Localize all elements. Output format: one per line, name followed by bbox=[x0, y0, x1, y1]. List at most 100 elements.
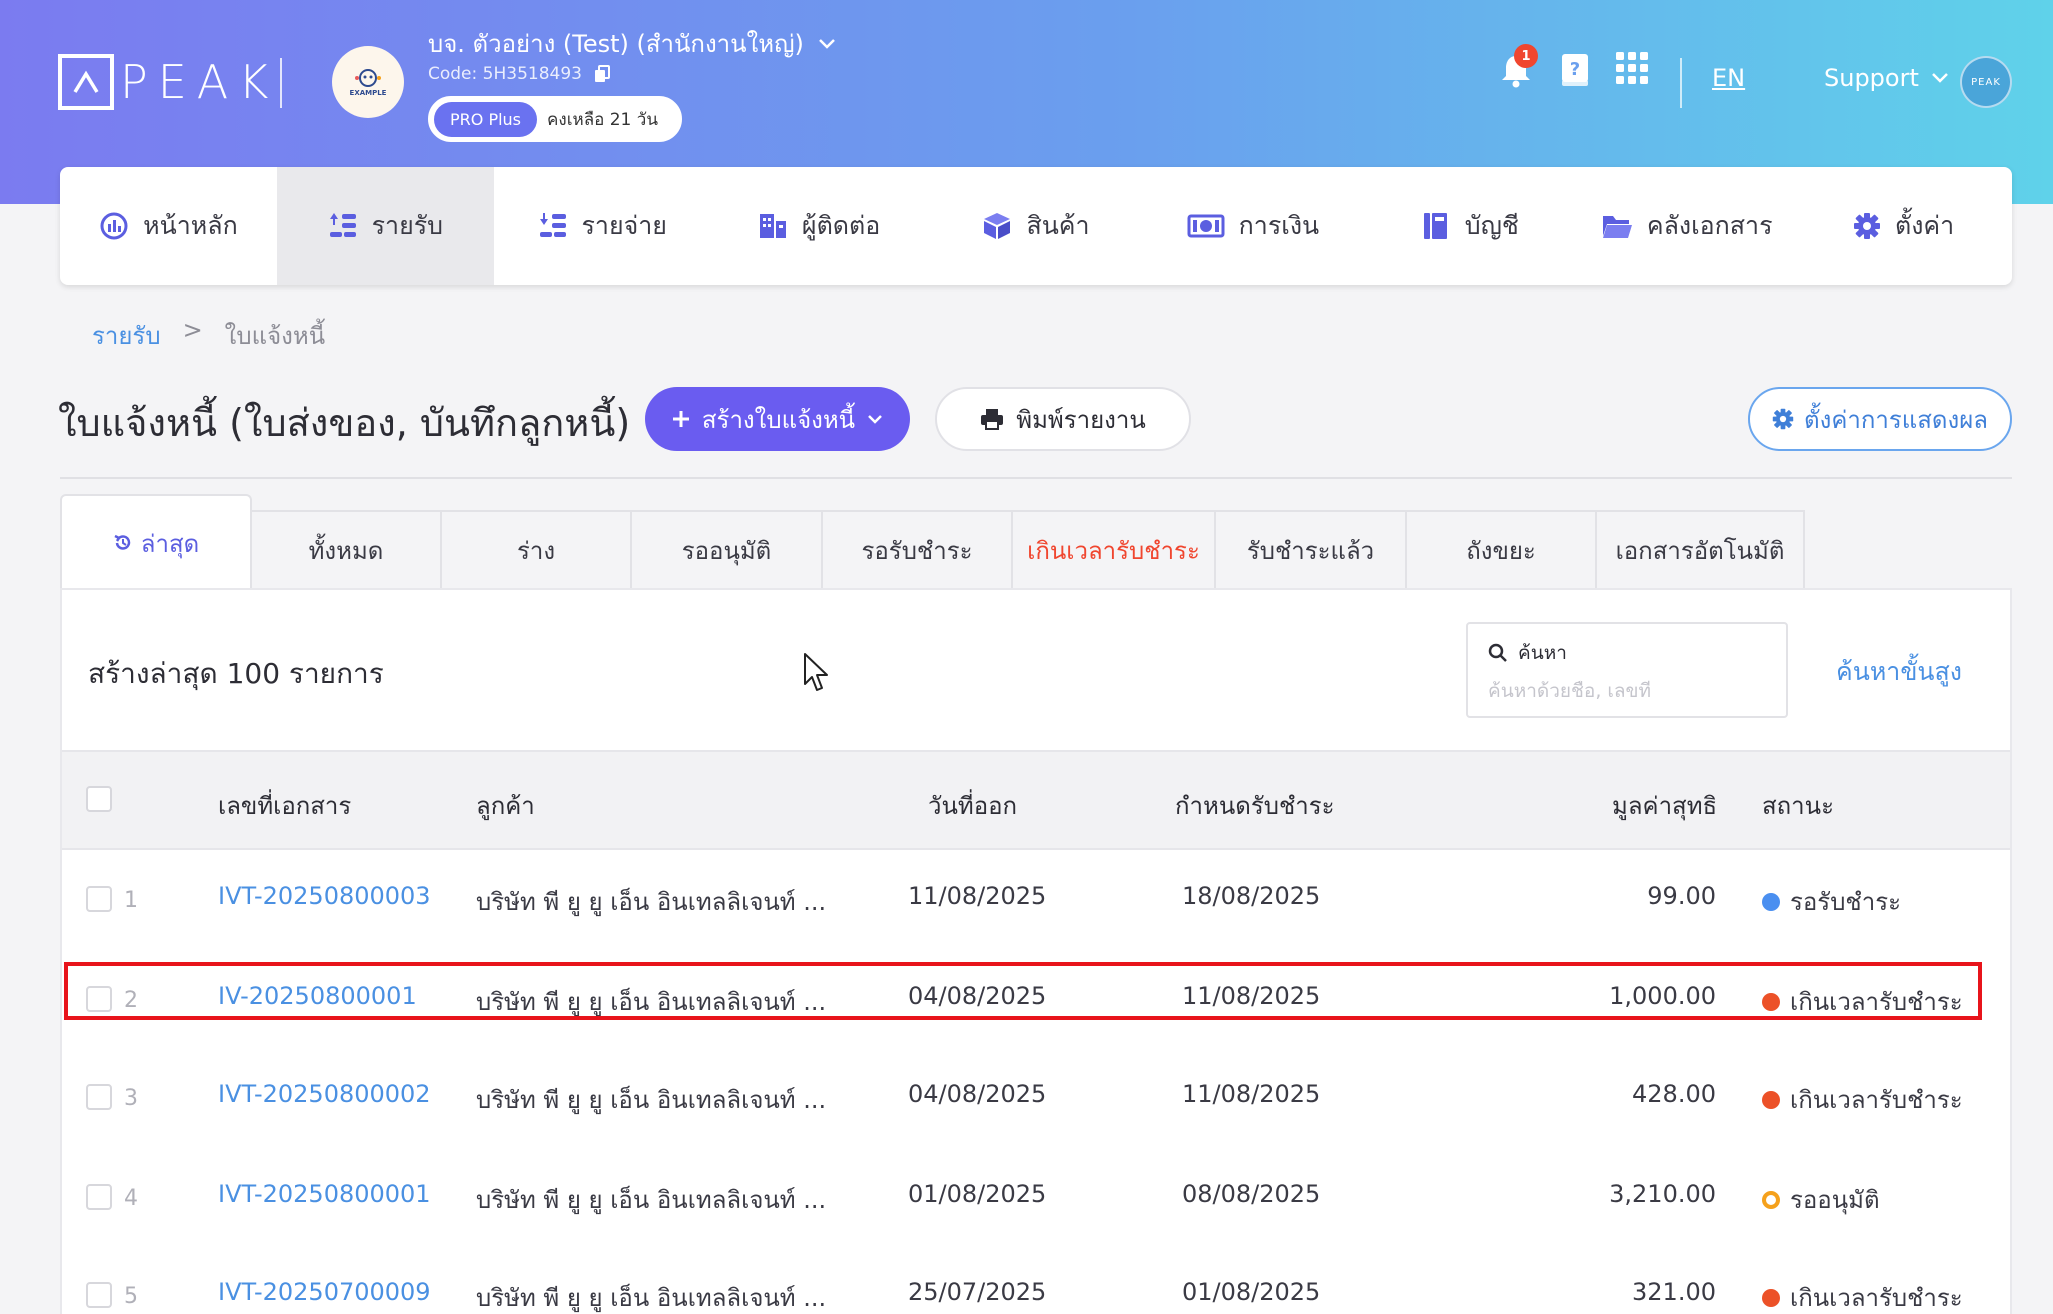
breadcrumb-income-link[interactable]: รายรับ bbox=[92, 316, 161, 355]
row-number: 4 bbox=[124, 1186, 138, 1211]
peak-logo[interactable]: PEAK bbox=[58, 54, 278, 110]
copy-icon[interactable] bbox=[594, 65, 610, 83]
column-status[interactable]: สถานะ bbox=[1762, 786, 1834, 825]
search-input[interactable] bbox=[1488, 680, 1768, 702]
table-row[interactable]: 1 IVT-20250800003 บริษัท พี ยู ยู เอ็น อิน… bbox=[62, 852, 2010, 952]
apps-menu-button[interactable] bbox=[1616, 52, 1648, 84]
tab-all[interactable]: ทั้งหมด bbox=[252, 510, 442, 590]
column-due-date[interactable]: กำหนดรับชำระ bbox=[1175, 786, 1335, 825]
nav-item-label: บัญชี bbox=[1464, 211, 1519, 240]
table-header: เลขที่เอกสาร ลูกค้า วันที่ออก กำหนดรับชำ… bbox=[62, 750, 2010, 850]
company-switcher[interactable]: บจ. ตัวอย่าง (Test) (สำนักงานใหญ่) bbox=[428, 24, 836, 63]
row-checkbox[interactable] bbox=[86, 1282, 112, 1308]
printer-icon bbox=[981, 409, 1004, 430]
display-settings-button[interactable]: ตั้งค่าการแสดงผล bbox=[1748, 387, 2012, 451]
search-icon bbox=[1488, 643, 1507, 662]
title-divider bbox=[60, 477, 2012, 479]
column-net-amount[interactable]: มูลค่าสุทธิ bbox=[1612, 786, 1717, 825]
tab-awaiting-payment[interactable]: รอรับชำระ bbox=[823, 510, 1013, 590]
nav-item-finance[interactable]: การเงิน bbox=[1144, 167, 1361, 285]
notification-count-badge: 1 bbox=[1514, 44, 1538, 68]
row-checkbox[interactable] bbox=[86, 1184, 112, 1210]
column-customer[interactable]: ลูกค้า bbox=[476, 786, 535, 825]
tab-recurring-documents[interactable]: เอกสารอัตโนมัติ bbox=[1597, 510, 1805, 590]
contacts-icon bbox=[759, 214, 786, 238]
issue-date: 11/08/2025 bbox=[908, 882, 1047, 910]
table-row[interactable]: 2 IV-20250800001 บริษัท พี ยู ยู เอ็น อินเ… bbox=[62, 952, 2010, 1052]
help-book-icon: ? bbox=[1562, 54, 1588, 86]
row-checkbox[interactable] bbox=[86, 886, 112, 912]
plus-icon bbox=[672, 411, 689, 427]
search-box[interactable]: ค้นหา bbox=[1466, 622, 1788, 718]
nav-item-label: รายจ่าย bbox=[581, 211, 667, 240]
breadcrumb: รายรับ > ใบแจ้งหนี้ bbox=[92, 316, 325, 355]
advanced-search-link[interactable]: ค้นหาขั้นสูง bbox=[1836, 652, 1962, 692]
due-date: 08/08/2025 bbox=[1182, 1180, 1321, 1208]
doc-number-link[interactable]: IV-20250800001 bbox=[218, 982, 417, 1010]
company-code-row: Code: 5H3518493 bbox=[428, 64, 610, 84]
table-row[interactable]: 5 IVT-20250700009 บริษัท พี ยู ยู เอ็น อิน… bbox=[62, 1248, 2010, 1314]
customer-name: บริษัท พี ยู ยู เอ็น อินเทลลิเจนท์ ... bbox=[476, 1086, 827, 1114]
create-invoice-button[interactable]: สร้างใบแจ้งหนี้ bbox=[645, 387, 910, 451]
company-avatar[interactable]: EXAMPLE bbox=[332, 46, 404, 118]
nav-item-expense[interactable]: รายจ่าย bbox=[494, 167, 711, 285]
due-date: 11/08/2025 bbox=[1182, 1080, 1321, 1108]
svg-text:?: ? bbox=[1570, 59, 1580, 80]
row-checkbox[interactable] bbox=[86, 986, 112, 1012]
tab-trash[interactable]: ถังขยะ bbox=[1407, 510, 1597, 590]
status-badge: เกินเวลารับชำระ bbox=[1762, 1080, 1963, 1119]
nav-item-label: หน้าหลัก bbox=[143, 211, 238, 240]
tab-recent[interactable]: ล่าสุด bbox=[60, 494, 252, 590]
gear-icon bbox=[1772, 408, 1794, 430]
select-all-checkbox[interactable] bbox=[86, 786, 112, 812]
nav-item-income[interactable]: รายรับ bbox=[276, 167, 494, 285]
column-issue-date[interactable]: วันที่ออก bbox=[928, 786, 1017, 825]
table-row[interactable]: 3 IVT-20250800002 บริษัท พี ยู ยู เอ็น อิน… bbox=[62, 1050, 2010, 1150]
issue-date: 04/08/2025 bbox=[908, 1080, 1047, 1108]
status-badge: รอรับชำระ bbox=[1762, 882, 1901, 921]
due-date: 18/08/2025 bbox=[1182, 882, 1321, 910]
column-doc-no[interactable]: เลขที่เอกสาร bbox=[218, 786, 351, 825]
accounting-icon bbox=[1423, 213, 1447, 239]
chevron-down-icon bbox=[1931, 73, 1948, 83]
plan-badge: PRO Plus bbox=[434, 101, 538, 137]
net-amount: 1,000.00 bbox=[1609, 982, 1716, 1010]
doc-number-link[interactable]: IVT-20250700009 bbox=[218, 1278, 431, 1306]
nav-item-documents[interactable]: คลังเอกสาร bbox=[1578, 167, 1795, 285]
nav-item-dashboard[interactable]: หน้าหลัก bbox=[60, 167, 277, 285]
doc-number-link[interactable]: IVT-20250800002 bbox=[218, 1080, 431, 1108]
due-date: 11/08/2025 bbox=[1182, 982, 1321, 1010]
nav-item-accounting[interactable]: บัญชี bbox=[1361, 167, 1578, 285]
status-tabs: ล่าสุด ทั้งหมด ร่าง รออนุมัติ รอรับชำระ … bbox=[60, 494, 1805, 590]
doc-number-link[interactable]: IVT-20250800003 bbox=[218, 882, 431, 910]
doc-number-link[interactable]: IVT-20250800001 bbox=[218, 1180, 431, 1208]
tab-overdue[interactable]: เกินเวลารับชำระ bbox=[1013, 510, 1216, 590]
tab-awaiting-approval[interactable]: รออนุมัติ bbox=[632, 510, 823, 590]
help-button[interactable]: ? bbox=[1560, 52, 1590, 88]
row-number: 1 bbox=[124, 888, 138, 913]
net-amount: 428.00 bbox=[1632, 1080, 1716, 1108]
notification-button[interactable]: 1 bbox=[1500, 44, 1538, 88]
plan-days-left: คงเหลือ 21 วัน bbox=[547, 109, 658, 130]
support-menu[interactable]: Support bbox=[1824, 64, 1949, 92]
nav-item-settings[interactable]: ตั้งค่า bbox=[1795, 167, 2012, 285]
net-amount: 321.00 bbox=[1632, 1278, 1716, 1306]
chevron-down-icon bbox=[868, 415, 882, 424]
product-icon bbox=[984, 213, 1011, 239]
language-switch[interactable]: EN bbox=[1712, 64, 1745, 92]
plan-pill[interactable]: PRO Plus คงเหลือ 21 วัน bbox=[428, 96, 682, 142]
user-avatar[interactable]: PEAK bbox=[1960, 56, 2012, 108]
header-divider-right bbox=[1680, 58, 1682, 108]
tab-draft[interactable]: ร่าง bbox=[442, 510, 632, 590]
tab-label: ล่าสุด bbox=[140, 529, 200, 558]
nav-item-contacts[interactable]: ผู้ติดต่อ bbox=[711, 167, 928, 285]
dashboard-icon bbox=[100, 212, 128, 240]
print-report-button[interactable]: พิมพ์รายงาน bbox=[935, 387, 1191, 451]
tab-paid[interactable]: รับชำระแล้ว bbox=[1216, 510, 1407, 590]
table-row[interactable]: 4 IVT-20250800001 บริษัท พี ยู ยู เอ็น อิน… bbox=[62, 1150, 2010, 1250]
search-label-row: ค้นหา bbox=[1488, 638, 1766, 668]
row-checkbox[interactable] bbox=[86, 1084, 112, 1110]
nav-item-products[interactable]: สินค้า bbox=[928, 167, 1145, 285]
company-avatar-text: EXAMPLE bbox=[349, 89, 387, 97]
customer-name: บริษัท พี ยู ยู เอ็น อินเทลลิเจนท์ ... bbox=[476, 888, 827, 916]
